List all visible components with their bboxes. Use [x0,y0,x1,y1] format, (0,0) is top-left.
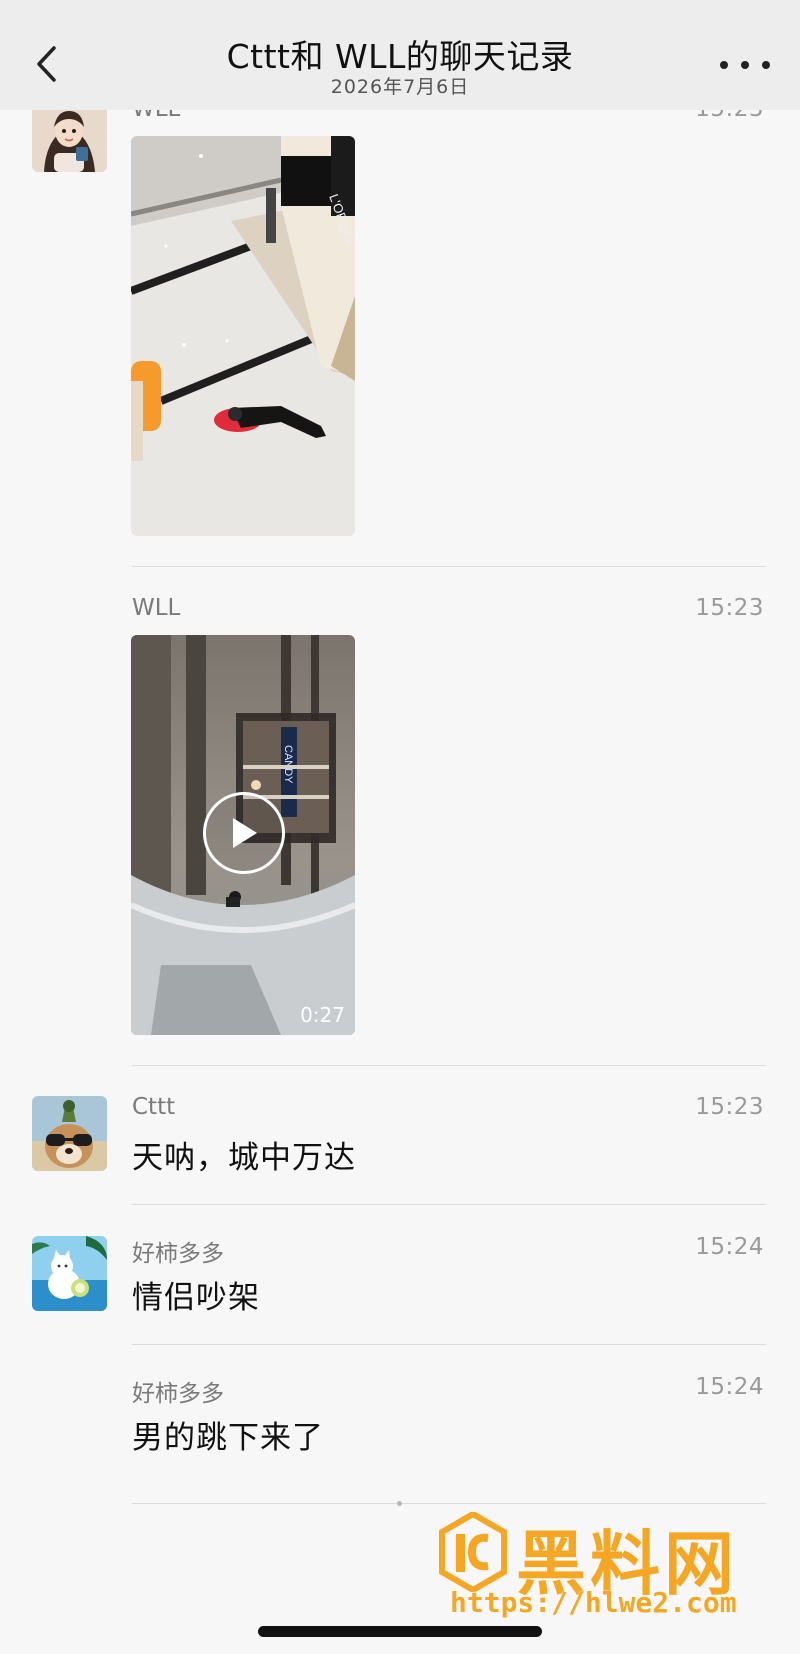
message-time: 15:24 [695,1234,764,1260]
play-button[interactable] [203,792,285,874]
video-message[interactable]: CANDY 0:27 [131,635,355,1035]
message-divider [132,566,766,567]
sender-name: 好柿多多 [132,1381,224,1407]
play-icon [233,818,257,848]
watermark-logo-icon [439,1512,507,1592]
message-divider [132,1065,766,1066]
sender-name: WLL [132,595,181,621]
message-divider [132,1503,766,1504]
avatar-haoshiduoduo[interactable] [32,1236,107,1311]
message-time: 15:24 [695,1374,764,1400]
svg-text:CANDY: CANDY [282,745,294,784]
watermark: 黑料网 https://hlwe2.com [438,1512,768,1622]
page-subtitle: 2026年7月6日 [330,76,470,98]
avatar-cttt[interactable] [32,1096,107,1171]
more-button[interactable] [720,52,770,78]
message-text: 天呐，城中万达 [132,1140,356,1176]
navigation-bar: Cttt和 WLL的聊天记录 2026年7月6日 [0,0,800,110]
message-divider [132,1204,766,1205]
home-indicator[interactable] [258,1626,542,1637]
watermark-url: https://hlwe2.com [450,1586,737,1619]
page-title: Cttt和 WLL的聊天记录 [226,37,574,76]
video-duration: 0:27 [300,1003,345,1027]
sender-name: Cttt [132,1094,176,1120]
sender-name: 好柿多多 [132,1241,224,1267]
message-divider [132,1344,766,1345]
image-message[interactable]: L'OREAL [131,136,355,536]
message-text: 男的跳下来了 [132,1420,324,1456]
ellipsis-icon [720,61,728,69]
scroll-indicator [397,1501,402,1506]
message-time: 15:23 [695,595,764,621]
message-text: 情侣吵架 [132,1280,260,1316]
message-time: 15:23 [695,1094,764,1120]
